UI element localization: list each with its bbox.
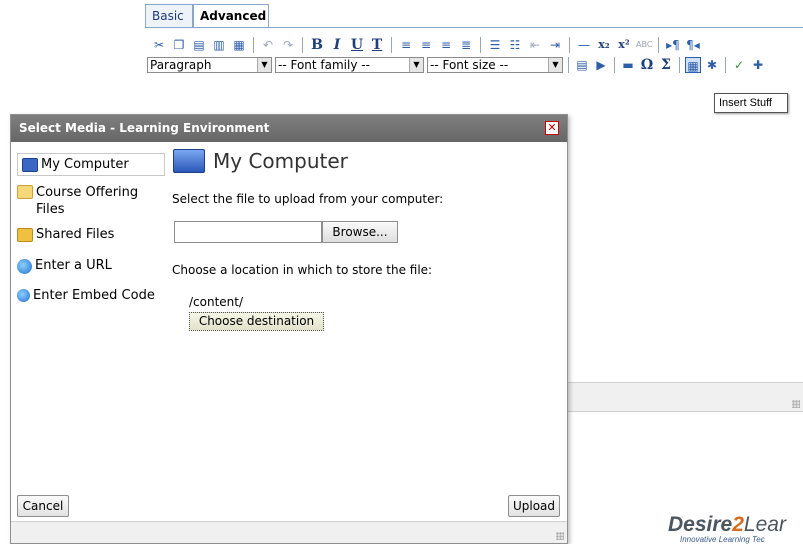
numbered-list-icon[interactable]: ☷ <box>507 37 523 53</box>
nav-label: My Computer <box>41 157 129 172</box>
toolbar-row-2: Paragraph ▼ -- Font family -- ▼ -- Font … <box>147 56 803 74</box>
select-media-dialog: Select Media - Learning Environment ✕ My… <box>10 114 568 544</box>
spellcheck-icon[interactable]: ✓ <box>731 57 747 73</box>
monitor-icon <box>173 149 205 173</box>
font-family-value: -- Font family -- <box>278 58 370 72</box>
outdent-icon[interactable]: ⇤ <box>527 37 543 53</box>
page-title: My Computer <box>213 149 348 173</box>
globe-icon <box>17 259 32 274</box>
image-icon[interactable]: ▬ <box>620 57 636 73</box>
editor-status-bar <box>567 382 803 412</box>
ltr-icon[interactable]: ▸¶ <box>665 37 681 53</box>
cut-icon[interactable]: ✂ <box>151 37 167 53</box>
superscript-icon[interactable]: x² <box>616 37 632 53</box>
paste-word-icon[interactable]: ▦ <box>231 37 247 53</box>
nav-item-enter-url[interactable]: Enter a URL <box>17 258 112 274</box>
equation-icon[interactable]: Σ <box>658 57 674 73</box>
insert-stuff-icon[interactable]: ▦ <box>685 57 701 73</box>
align-center-icon[interactable]: ≡ <box>418 37 434 53</box>
media-icon[interactable]: ▶ <box>593 57 609 73</box>
horizontal-rule-icon[interactable]: — <box>576 37 592 53</box>
align-left-icon[interactable]: ≡ <box>398 37 414 53</box>
undo-icon[interactable]: ↶ <box>260 37 276 53</box>
special-char-icon[interactable]: Ω <box>639 57 655 73</box>
nav-item-enter-embed-code[interactable]: Enter Embed Code <box>17 288 155 303</box>
nav-label: Shared Files <box>36 227 115 242</box>
font-size-select[interactable]: -- Font size -- ▼ <box>427 57 563 73</box>
justify-icon[interactable]: ≣ <box>458 37 474 53</box>
subscript-icon[interactable]: x₂ <box>596 37 612 53</box>
folder-icon <box>17 185 33 199</box>
paste-icon[interactable]: ▤ <box>191 37 207 53</box>
upload-button[interactable]: Upload <box>508 495 560 517</box>
nav-item-shared-files[interactable]: Shared Files <box>17 227 114 242</box>
tab-advanced[interactable]: Advanced <box>193 4 269 27</box>
shared-files-icon <box>17 228 33 242</box>
choose-destination-button[interactable]: Choose destination <box>189 312 324 331</box>
font-size-value: -- Font size -- <box>430 58 509 72</box>
text-color-icon[interactable]: T <box>369 37 385 53</box>
copy-icon[interactable]: ❐ <box>171 37 187 53</box>
file-input[interactable] <box>174 221 322 243</box>
nav-item-my-computer[interactable]: My Computer <box>17 153 165 176</box>
tab-basic[interactable]: Basic <box>145 4 193 27</box>
puzzle-icon[interactable]: ✚ <box>750 57 766 73</box>
resize-grip-icon[interactable] <box>556 532 564 540</box>
chevron-down-icon: ▼ <box>409 58 423 72</box>
chevron-down-icon: ▼ <box>257 58 271 72</box>
bold-icon[interactable]: B <box>309 37 325 53</box>
nav-label: Enter a URL <box>35 258 112 273</box>
location-path: /content/ <box>189 295 244 309</box>
format-select[interactable]: Paragraph ▼ <box>147 57 272 73</box>
brand-tagline: Innovative Learning Tec <box>680 535 765 544</box>
location-prompt: Choose a location in which to store the … <box>172 263 433 277</box>
dialog-title: Select Media - Learning Environment <box>19 121 270 135</box>
template-icon[interactable]: ▤ <box>574 57 590 73</box>
format-select-value: Paragraph <box>150 58 212 72</box>
select-file-prompt: Select the file to upload from your comp… <box>172 192 444 206</box>
resize-grip-icon[interactable] <box>792 400 800 408</box>
browse-button[interactable]: Browse... <box>322 221 398 243</box>
bullet-list-icon[interactable]: ☰ <box>487 37 503 53</box>
close-icon[interactable]: ✕ <box>545 121 559 135</box>
dialog-footer <box>11 521 567 543</box>
attributes-icon[interactable]: ✱ <box>704 57 720 73</box>
underline-icon[interactable]: U <box>349 37 365 53</box>
font-family-select[interactable]: -- Font family -- ▼ <box>275 57 424 73</box>
strikethrough-icon[interactable]: ABC <box>636 37 652 53</box>
tooltip: Insert Stuff <box>714 93 788 113</box>
rtl-icon[interactable]: ¶◂ <box>685 37 701 53</box>
nav-item-course-offering-files[interactable]: Course Offering Files <box>17 184 167 218</box>
italic-icon[interactable]: I <box>329 37 345 53</box>
brand-logo: Desire2Lear <box>668 513 786 536</box>
dialog-title-bar[interactable]: Select Media - Learning Environment ✕ <box>11 115 567 142</box>
cancel-button[interactable]: Cancel <box>17 495 69 517</box>
nav-label: Course Offering Files <box>36 185 139 217</box>
content-header: My Computer <box>173 149 348 173</box>
nav-label: Enter Embed Code <box>33 288 155 303</box>
indent-icon[interactable]: ⇥ <box>547 37 563 53</box>
redo-icon[interactable]: ↷ <box>280 37 296 53</box>
embed-code-icon <box>17 289 30 302</box>
align-right-icon[interactable]: ≡ <box>438 37 454 53</box>
chevron-down-icon: ▼ <box>548 58 562 72</box>
monitor-icon <box>22 158 38 172</box>
toolbar-row-1: ✂ ❐ ▤ ▥ ▦ ↶ ↷ B I U T ≡ ≡ ≡ ≣ ☰ ☷ ⇤ ⇥ — … <box>151 36 803 54</box>
paste-text-icon[interactable]: ▥ <box>211 37 227 53</box>
